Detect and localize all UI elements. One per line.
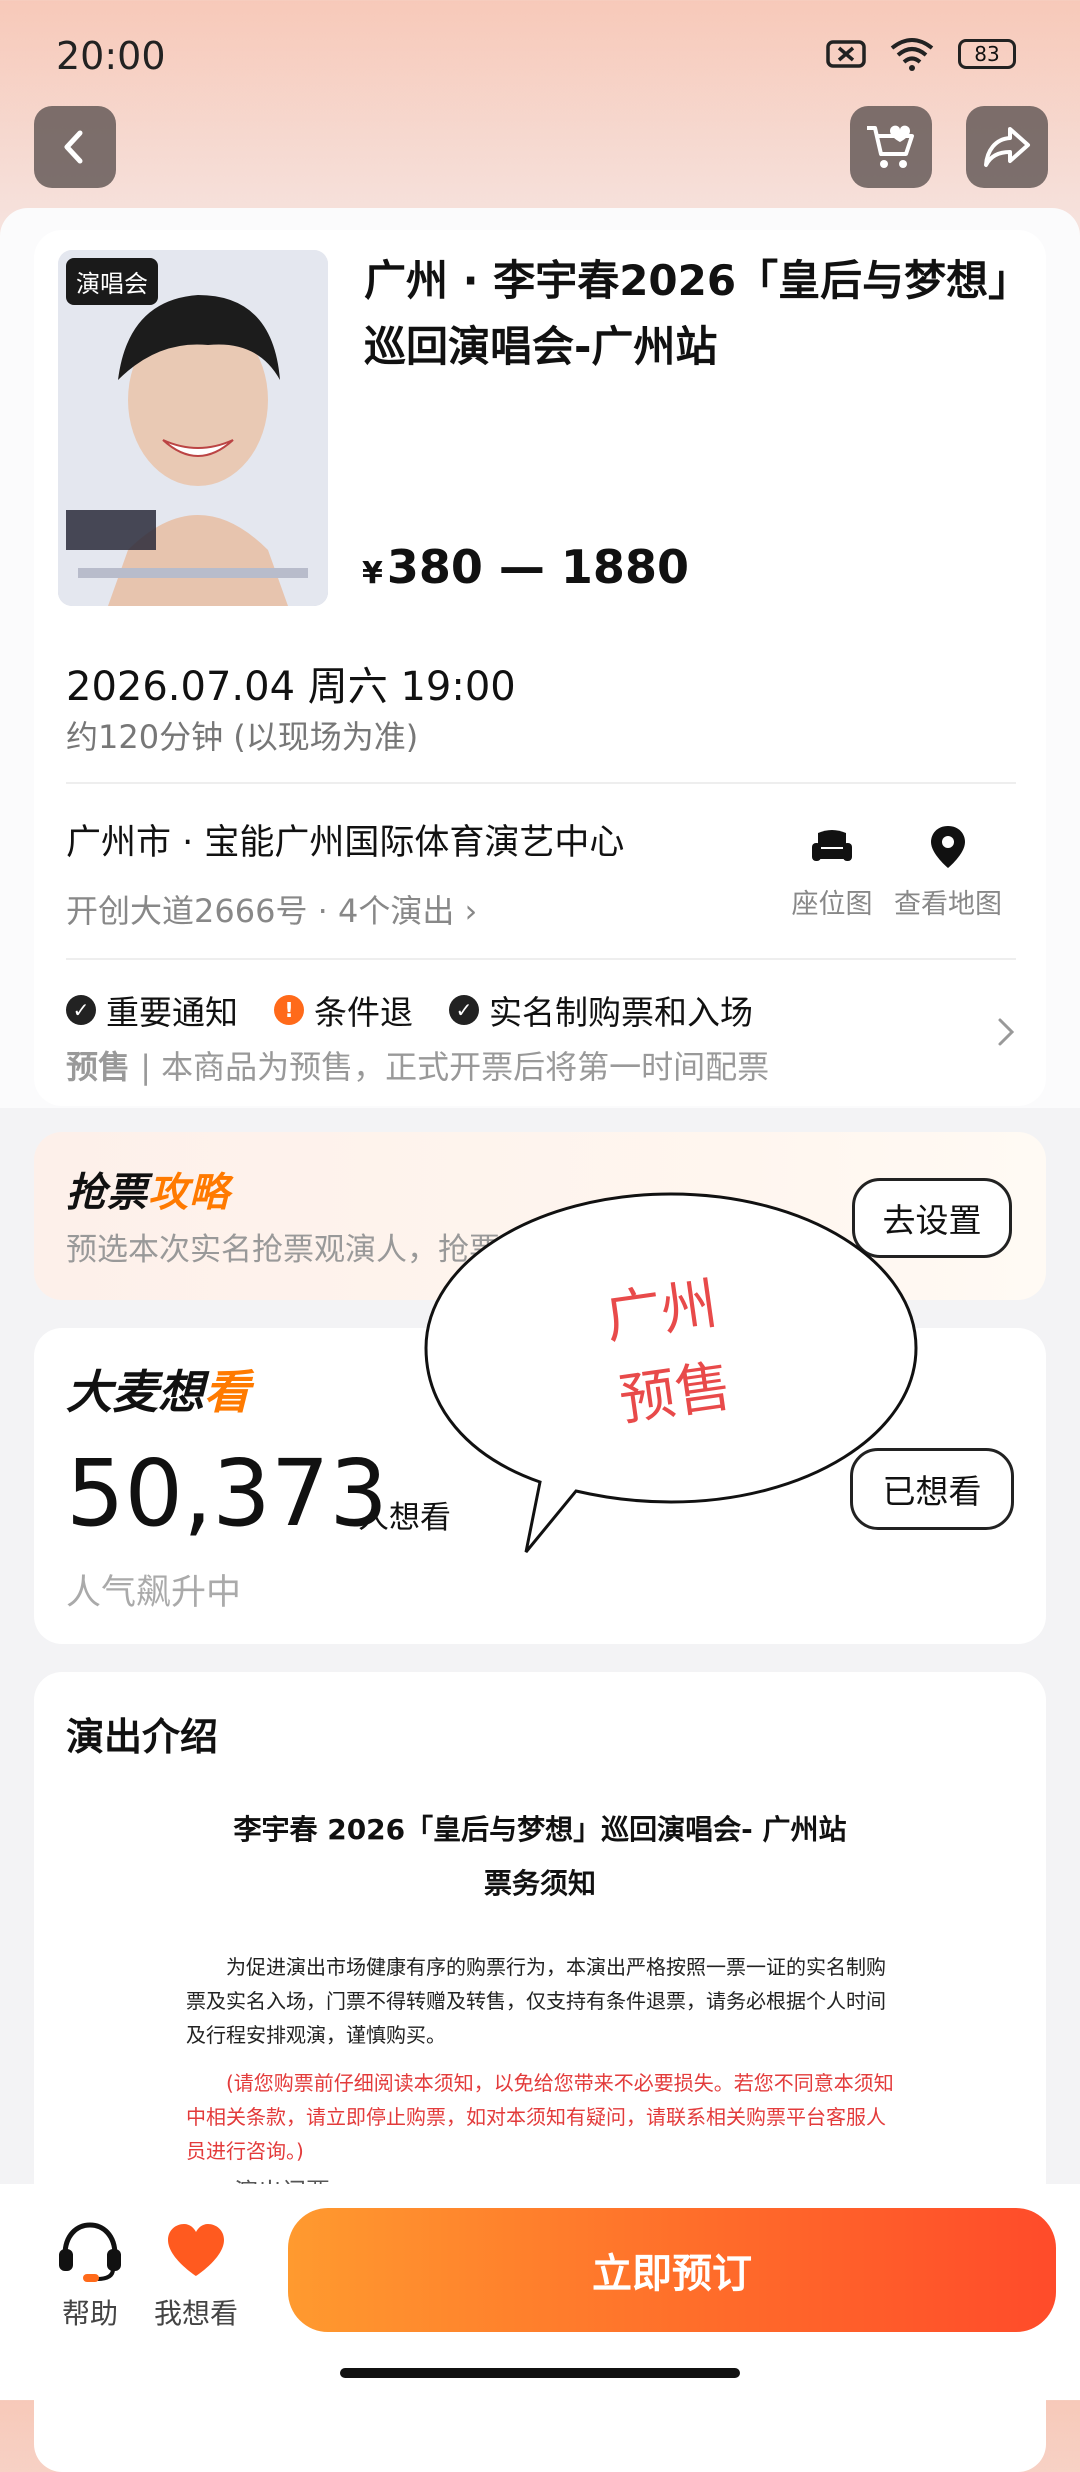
check-icon: ✓	[449, 995, 479, 1025]
home-indicator	[340, 2368, 740, 2378]
battery-icon: 83	[958, 39, 1016, 69]
heart-icon	[168, 2224, 224, 2276]
status-bar: 20:00 83	[0, 0, 1080, 110]
show-poster[interactable]: 演唱会	[58, 250, 328, 606]
want-trend: 人气飙升中	[66, 1573, 242, 1613]
show-duration: 约120分钟 (以现场为准)	[66, 718, 419, 756]
want-label: 我想看	[153, 2297, 238, 2330]
back-button[interactable]	[34, 106, 116, 188]
headset-icon	[59, 2222, 121, 2282]
guide-title: 抢票攻略	[66, 1160, 230, 1218]
notice-label: 条件退	[314, 993, 413, 1032]
divider	[66, 782, 1016, 784]
notice-label: 实名制购票和入场	[489, 993, 753, 1032]
venue-name[interactable]: 广州市 · 宝能广州国际体育演艺中心	[66, 814, 624, 865]
want-button[interactable]: 我想看	[136, 2218, 256, 2332]
presale-notice[interactable]: 预售 | 本商品为预售，正式开票后将第一时间配票	[66, 1042, 769, 1088]
price-value: 380 — 1880	[386, 540, 689, 594]
doc-title: 李宇春 2026「皇后与梦想」巡回演唱会- 广州站	[233, 1813, 847, 1846]
sim-off-icon	[826, 40, 866, 68]
presale-text: | 本商品为预售，正式开票后将第一时间配票	[130, 1048, 770, 1086]
price-range: ¥380 — 1880	[362, 540, 689, 594]
book-now-button[interactable]: 立即预订	[288, 2208, 1056, 2332]
seat-icon	[812, 830, 852, 861]
wifi-icon	[890, 38, 934, 71]
help-label: 帮助	[61, 2297, 118, 2330]
share-icon	[984, 127, 1030, 167]
map-label: 查看地图	[894, 889, 1002, 920]
doc-paragraph: 为促进演出市场健康有序的购票行为，本演出严格按照一票一证的实名制购票及实名入场，…	[186, 1955, 886, 2047]
check-icon: ✓	[66, 995, 96, 1025]
seat-map-label: 座位图	[791, 889, 873, 920]
status-icons: 83	[826, 36, 1016, 72]
presale-speech-bubble: 广州 预售	[424, 1192, 918, 1553]
want-count: 50,373	[66, 1440, 388, 1547]
divider	[66, 958, 1016, 960]
cart-button[interactable]	[850, 106, 932, 188]
poster-tag: 演唱会	[66, 258, 158, 305]
share-button[interactable]	[966, 106, 1048, 188]
notice-row[interactable]: ✓ 重要通知 ! 条件退 ✓ 实名制购票和入场	[66, 986, 753, 1034]
currency-symbol: ¥	[362, 556, 383, 591]
doc-subtitle: 票务须知	[483, 1867, 596, 1900]
location-pin-icon	[931, 826, 965, 868]
show-datetime: 2026.07.04 周六 19:00	[66, 664, 516, 710]
map-button[interactable]: 查看地图	[888, 822, 1008, 921]
notice-label: 重要通知	[106, 993, 238, 1032]
status-time: 20:00	[56, 34, 166, 78]
venue-address-link[interactable]: 开创大道2666号 · 4个演出 ›	[66, 886, 477, 932]
cart-icon	[867, 125, 914, 168]
seat-map-button[interactable]: 座位图	[772, 822, 892, 921]
notice-refund[interactable]: ! 条件退	[274, 986, 413, 1034]
notice-important[interactable]: ✓ 重要通知	[66, 986, 238, 1034]
show-title: 广州 · 李宇春2026「皇后与梦想」巡回演唱会-广州站	[364, 256, 1010, 371]
guide-title-a: 抢票	[66, 1170, 148, 1216]
chevron-right-icon[interactable]	[996, 1016, 1016, 1048]
notice-realname[interactable]: ✓ 实名制购票和入场	[449, 986, 753, 1034]
chevron-left-icon	[64, 130, 83, 164]
presale-tag: 预售	[66, 1048, 131, 1086]
want-logo-b: 看	[204, 1365, 250, 1419]
guide-title-b: 攻略	[148, 1170, 230, 1216]
alert-icon: !	[274, 995, 304, 1025]
intro-title: 演出介绍	[66, 1715, 219, 1759]
want-logo: 大麦想看	[66, 1356, 250, 1422]
help-button[interactable]: 帮助	[30, 2218, 150, 2332]
doc-warning: (请您购票前仔细阅读本须知，以免给您带来不必要损失。若您不同意本须知中相关条款，…	[186, 2071, 894, 2163]
want-logo-a: 大麦想	[66, 1365, 204, 1419]
